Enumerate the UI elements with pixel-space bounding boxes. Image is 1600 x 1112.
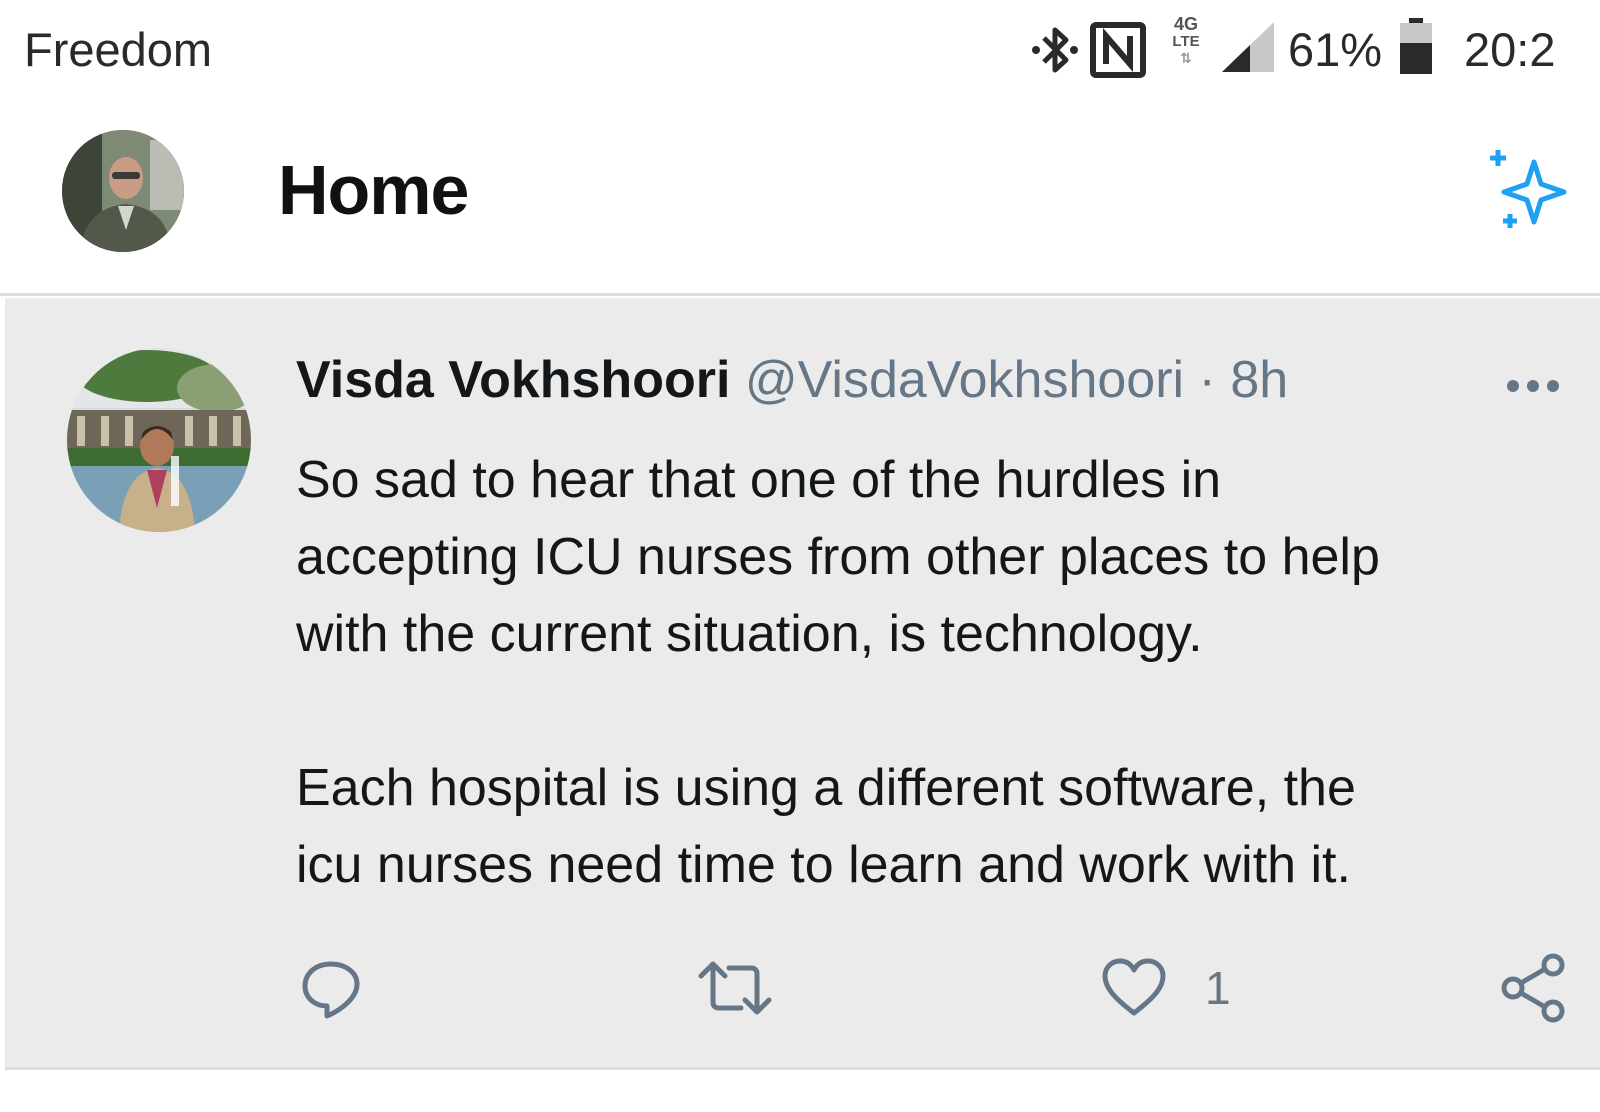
tweet-line: icu nurses need time to learn and work w… — [296, 836, 1351, 894]
share-button[interactable] — [1499, 948, 1567, 1028]
battery-percent: 61% — [1288, 23, 1383, 76]
tweet-line: accepting ICU nurses from other places t… — [296, 528, 1380, 586]
sparkle-icon[interactable] — [1484, 148, 1574, 238]
like-button[interactable]: 1 — [1101, 948, 1231, 1028]
nfc-icon — [1090, 22, 1146, 78]
reply-icon — [302, 961, 360, 1019]
author-name[interactable]: Visda Vokhshoori — [296, 351, 730, 409]
profile-photo — [62, 130, 184, 252]
carrier-name: Freedom — [24, 23, 213, 76]
more-options-icon[interactable] — [1503, 376, 1563, 396]
lte-icon: 4G LTE ⇅ — [1166, 14, 1206, 67]
clock: 20:2 — [1464, 23, 1556, 76]
status-bar: Freedom 4G LTE ⇅ 61% 20:2 — [0, 0, 1600, 100]
twitter-home-screen: Freedom 4G LTE ⇅ 61% 20:2 Home Visda Vok… — [0, 0, 1600, 1112]
network-lte-label: LTE — [1172, 33, 1200, 50]
app-header: Home — [0, 100, 1600, 296]
tweet-card[interactable]: Visda Vokhshoori @VisdaVokhshoori · 8h S… — [5, 298, 1600, 1070]
meta-separator: · — [1198, 351, 1216, 409]
retweet-icon — [698, 961, 772, 1015]
signal-icon — [1222, 22, 1274, 72]
retweet-button[interactable] — [695, 948, 775, 1028]
tweet-line: So sad to hear that one of the hurdles i… — [296, 451, 1222, 509]
tweet-paragraph: So sad to hear that one of the hurdles i… — [296, 442, 1556, 673]
tweet-text: So sad to hear that one of the hurdles i… — [296, 442, 1556, 904]
author-avatar[interactable] — [67, 348, 251, 532]
author-photo — [67, 348, 251, 532]
tweet-actions: 1 — [5, 948, 1600, 1028]
tweet-time[interactable]: 8h — [1230, 351, 1288, 409]
tweet-header: Visda Vokhshoori @VisdaVokhshoori · 8h — [296, 350, 1288, 410]
reply-button[interactable] — [299, 948, 363, 1028]
share-icon — [1501, 953, 1565, 1023]
like-count: 1 — [1205, 962, 1231, 1014]
tweet-line: with the current situation, is technolog… — [296, 605, 1203, 663]
page-title: Home — [278, 151, 469, 229]
tweet-paragraph: Each hospital is using a different softw… — [296, 750, 1556, 904]
author-handle[interactable]: @VisdaVokhshoori — [745, 351, 1184, 409]
battery-icon — [1400, 18, 1432, 74]
bluetooth-icon — [1032, 27, 1078, 73]
tweet-line: Each hospital is using a different softw… — [296, 759, 1356, 817]
network-type-label: 4G — [1173, 14, 1198, 34]
profile-avatar[interactable] — [62, 130, 184, 252]
heart-icon — [1102, 958, 1166, 1016]
